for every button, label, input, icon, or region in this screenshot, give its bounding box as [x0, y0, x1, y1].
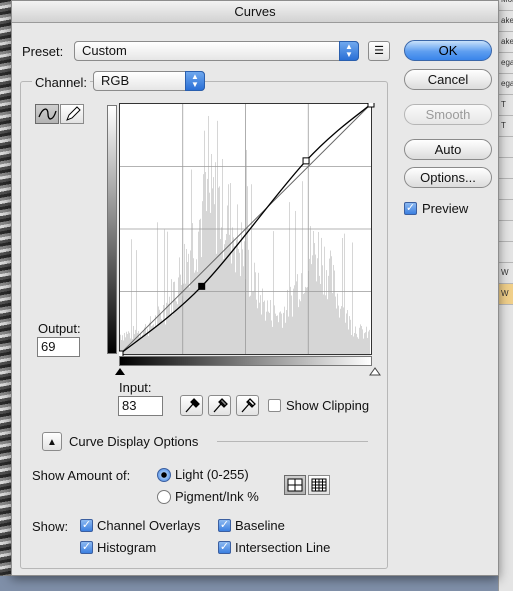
output-field[interactable]: 69	[37, 337, 80, 357]
background-desktop	[0, 576, 513, 591]
pigment-radio[interactable]	[157, 490, 171, 504]
auto-button[interactable]: Auto	[404, 139, 492, 160]
black-eyedropper-icon	[185, 398, 200, 413]
channel-value: RGB	[101, 73, 130, 88]
black-eyedropper-button[interactable]	[180, 395, 203, 416]
black-point-slider-icon[interactable]	[115, 368, 125, 375]
curve-control-point[interactable]	[367, 103, 375, 108]
background-layers-panel: MolteakeakeegaegaTTWW	[498, 0, 513, 591]
preset-value: Custom	[82, 43, 127, 58]
layers-panel-row: W	[499, 263, 513, 284]
input-field[interactable]: 83	[118, 396, 163, 416]
pigment-label: Pigment/Ink %	[175, 489, 259, 504]
curve-tool-icon	[38, 108, 57, 120]
preset-dropdown[interactable]: Custom ▲ ▼	[74, 41, 359, 61]
white-point-slider-icon[interactable]	[369, 367, 381, 376]
preset-options-button[interactable]: ☰	[368, 41, 390, 61]
baseline-label: Baseline	[235, 518, 285, 533]
layers-panel-row: ega	[499, 74, 513, 95]
layers-panel-row: T	[499, 116, 513, 137]
show-label: Show:	[32, 519, 69, 534]
curve-display-toggle[interactable]: ▲	[42, 432, 62, 451]
dropdown-arrows-icon: ▲ ▼	[185, 71, 205, 91]
layers-panel-row	[499, 179, 513, 200]
white-eyedropper-button[interactable]	[236, 395, 259, 416]
detailed-grid-button[interactable]	[308, 475, 330, 495]
layers-panel-row: ake	[499, 32, 513, 53]
white-eyedropper-icon	[241, 398, 256, 413]
dropdown-arrows-icon: ▲ ▼	[339, 41, 359, 61]
layers-panel-row	[499, 137, 513, 158]
channel-dropdown[interactable]: RGB ▲ ▼	[93, 71, 205, 91]
input-gradient-bar	[119, 356, 372, 366]
list-menu-icon: ☰	[374, 45, 384, 57]
input-label: Input:	[119, 380, 152, 395]
curve-graph[interactable]	[119, 103, 375, 357]
dialog-title: Curves	[12, 1, 498, 23]
preview-checkbox[interactable]: ✓	[404, 202, 417, 215]
histogram-label: Histogram	[97, 540, 157, 555]
output-label: Output:	[38, 321, 81, 336]
smooth-button[interactable]: Smooth	[404, 104, 492, 125]
show-clipping-label: Show Clipping	[286, 398, 370, 413]
grid-4-icon	[287, 478, 303, 492]
layers-panel-row	[499, 242, 513, 263]
ok-button[interactable]: OK	[404, 40, 492, 61]
show-amount-label: Show Amount of:	[32, 468, 131, 483]
gray-eyedropper-button[interactable]	[208, 395, 231, 416]
input-sliders	[115, 367, 381, 376]
layers-panel-row: ake	[499, 11, 513, 32]
gray-eyedropper-icon	[213, 398, 228, 413]
channel-overlays-checkbox[interactable]: ✓	[80, 519, 93, 532]
curve-control-point[interactable]	[302, 157, 310, 165]
channel-label: Channel:	[32, 75, 91, 90]
baseline-checkbox[interactable]: ✓	[218, 519, 231, 532]
cancel-button[interactable]: Cancel	[404, 69, 492, 90]
show-clipping-checkbox[interactable]: ✓	[268, 399, 281, 412]
layers-panel-row	[499, 158, 513, 179]
intersection-line-label: Intersection Line	[235, 540, 331, 555]
layers-panel-row	[499, 200, 513, 221]
pencil-tool-button[interactable]	[60, 104, 84, 124]
divider	[217, 441, 368, 442]
layers-panel-row: T	[499, 95, 513, 116]
pencil-icon	[66, 106, 81, 121]
layers-panel-row: Molte	[499, 0, 513, 11]
grid-16-icon	[311, 478, 327, 492]
layers-panel-row: W	[499, 284, 513, 305]
light-radio[interactable]	[157, 468, 171, 482]
simple-grid-button[interactable]	[284, 475, 306, 495]
preset-label: Preset:	[22, 44, 64, 59]
curves-dialog: Curves Preset: Custom ▲ ▼ ☰ OK Cancel Smo…	[11, 0, 499, 576]
channel-overlays-label: Channel Overlays	[97, 518, 201, 533]
output-gradient-bar	[107, 105, 117, 354]
layers-panel-row	[499, 221, 513, 242]
intersection-line-checkbox[interactable]: ✓	[218, 541, 231, 554]
layers-panel-row: ega	[499, 53, 513, 74]
preview-label: Preview	[422, 201, 469, 216]
light-label: Light (0-255)	[175, 467, 249, 482]
options-button[interactable]: Options...	[404, 167, 492, 188]
curve-display-options-label: Curve Display Options	[69, 434, 199, 449]
disclosure-triangle-icon: ▲	[47, 437, 57, 448]
curve-edit-tool-button[interactable]	[35, 104, 59, 124]
histogram-checkbox[interactable]: ✓	[80, 541, 93, 554]
active-control-point[interactable]	[198, 282, 206, 290]
